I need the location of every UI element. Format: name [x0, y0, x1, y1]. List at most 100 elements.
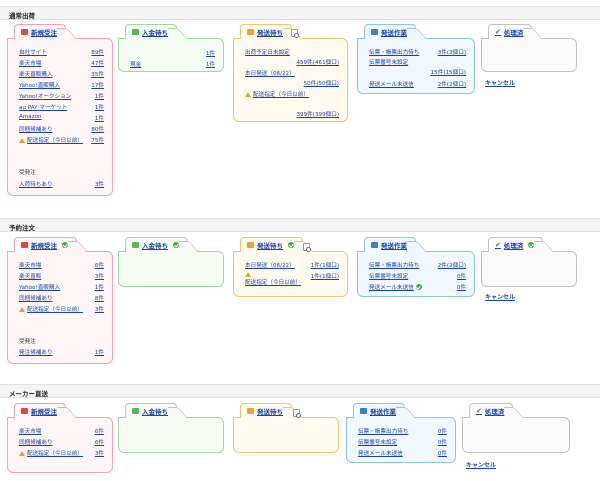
truck-icon — [360, 408, 367, 414]
tab-ship-wait[interactable]: 発送待ち — [240, 237, 303, 252]
list-item[interactable]: 伝票・帳票出力待ち 0件 — [358, 427, 447, 435]
list-item[interactable]: 50件(50個口) — [245, 79, 339, 87]
list-item[interactable]: 配送指定（今日以前） 3件 — [19, 449, 104, 469]
list-item[interactable]: 399件(399個口) — [245, 110, 340, 118]
list-item[interactable]: 配送指定（今日以前） 3件 — [19, 305, 104, 325]
tab-payment-wait[interactable]: 入金待ち — [125, 403, 177, 418]
print-preview-icon[interactable] — [303, 243, 311, 252]
money-icon — [132, 29, 139, 35]
list-item[interactable]: 15件(15個口) — [369, 68, 466, 76]
check-circle-icon — [62, 242, 68, 248]
list-item[interactable]: Amazon 1件 — [19, 114, 104, 122]
tab-payment-wait[interactable]: 入金待ち — [125, 237, 188, 252]
card-ship-work: 発送作業 伝票・帳票出力待ち 3件(3個口) 伝票番号未設定 15件(15個口) … — [357, 24, 475, 94]
tab-ship-wait[interactable]: 発送待ち — [240, 24, 292, 39]
check-circle-icon — [173, 242, 179, 248]
list-item[interactable]: 伝票・帳票出力待ち 2件(2個口) — [369, 261, 466, 269]
list-item[interactable]: 楽天直販 3件 — [19, 272, 104, 280]
new-order-icon — [21, 408, 28, 414]
list-item[interactable]: 出荷予定日未設定 — [245, 48, 339, 56]
print-preview-icon[interactable] — [291, 29, 299, 38]
list-item[interactable]: 伝票・帳票出力待ち 3件(3個口) — [369, 48, 466, 56]
list-item[interactable]: 伝票番号未設定 0件 — [369, 272, 466, 280]
list-item[interactable]: Yahoo!直販購入 17件 — [19, 81, 104, 89]
list-item[interactable]: 自社サイト 89件 — [19, 48, 104, 56]
card-ship-wait: 発送待ち 本日発送（08/22） 1件(1個口) 配送指定（今日以前） 1件(1個口… — [233, 237, 348, 297]
tab-ship-wait[interactable]: 発送待ち — [240, 403, 292, 418]
list-item[interactable]: 同梱候補あり 6件 — [19, 438, 104, 446]
card-new-order: 新規受注 楽天市場 6件 同梱候補あり 6件 配送指定（今日以前） 3件 — [7, 403, 113, 473]
list-item[interactable]: 1件 — [130, 49, 215, 57]
truck-icon — [371, 242, 378, 248]
box-icon — [247, 408, 254, 414]
new-order-icon — [21, 29, 28, 35]
warning-icon — [19, 138, 25, 143]
tab-new-order[interactable]: 新規受注 — [14, 237, 77, 252]
check-icon: ✔ — [476, 407, 482, 415]
list-item[interactable]: 同梱候補あり 8件 — [19, 294, 104, 302]
pending-label: 受発注 — [19, 170, 36, 176]
section-header-normal: 通常出荷 — [0, 6, 600, 20]
card-ship-work: 発送作業 伝票・帳票出力待ち 0件 伝票番号未設定 0件 発送メール未送信 0件 — [346, 403, 456, 463]
section-title: メーカー直送 — [9, 390, 48, 398]
list-item[interactable]: 楽天市場 47件 — [19, 59, 104, 67]
list-item[interactable]: 発注候補あり 1件 — [19, 348, 104, 356]
box-icon — [247, 242, 254, 248]
money-icon — [132, 242, 139, 248]
section-title: 通常出荷 — [9, 12, 35, 20]
list-item[interactable]: 459件(461個口) — [245, 58, 340, 66]
list-item[interactable]: 入荷待ちあり 3件 — [19, 180, 104, 188]
warning-icon — [19, 307, 25, 312]
card-ship-wait: 発送待ち — [233, 403, 339, 453]
truck-icon — [371, 29, 378, 35]
tab-done[interactable]: ✔ 処理済 — [488, 237, 544, 252]
list-item[interactable]: 発送メール未送信 0件 — [358, 449, 447, 457]
print-preview-icon[interactable] — [293, 409, 301, 418]
cancel-link[interactable]: キャンセル — [485, 78, 515, 87]
card-ship-work: 発送作業 伝票・帳票出力待ち 2件(2個口) 伝票番号未設定 0件 発送メール未送信… — [357, 237, 475, 297]
new-order-icon — [21, 242, 28, 248]
list-item[interactable]: 本日発送（08/22） — [245, 69, 339, 77]
list-item[interactable]: 同梱候補あり 80件 — [19, 125, 104, 133]
card-payment-wait: 入金待ち — [118, 403, 224, 453]
tab-ship-work[interactable]: 発送作業 — [364, 24, 416, 39]
section-header-maker-direct: メーカー直送 — [0, 384, 600, 398]
list-item[interactable]: 楽天市場 6件 — [19, 261, 104, 269]
warning-icon — [19, 451, 25, 456]
card-done: ✔ 処理済 — [462, 403, 570, 453]
list-item[interactable]: 現金 1件 — [130, 60, 215, 68]
money-icon — [132, 408, 139, 414]
list-item[interactable]: 楽天市場 6件 — [19, 427, 104, 435]
list-item[interactable]: 発送メール未送信 0件 — [369, 283, 466, 291]
tab-done[interactable]: ✔ 処理済 — [469, 403, 514, 418]
cancel-link[interactable]: キャンセル — [466, 460, 496, 469]
list-item[interactable]: Yahoo!オークション 1件 — [19, 92, 104, 100]
card-payment-wait: 入金待ち 1件 現金 1件 — [118, 24, 224, 72]
list-item[interactable]: 配送指定（今日以前） 75件 — [19, 136, 104, 156]
tab-new-order[interactable]: 新規受注 — [14, 24, 66, 39]
list-item[interactable]: 発送メール未送信 2件(2個口) — [369, 80, 466, 88]
list-item[interactable]: 本日発送（08/22） 1件(1個口) — [245, 261, 339, 269]
check-circle-icon — [528, 242, 535, 248]
tab-payment-wait[interactable]: 入金待ち — [125, 24, 177, 39]
pending-label: 受発注 — [19, 339, 36, 345]
warning-icon — [245, 92, 251, 97]
list-item[interactable]: 伝票番号未設定 0件 — [358, 438, 447, 446]
check-icon: ✔ — [495, 241, 501, 249]
cancel-link[interactable]: キャンセル — [485, 292, 515, 301]
section-header-reservation: 予約注文 — [0, 218, 600, 232]
list-item[interactable]: Yahoo!直販購入 1件 — [19, 283, 104, 291]
tab-new-order[interactable]: 新規受注 — [14, 403, 66, 418]
card-ship-wait: 発送待ち 出荷予定日未設定 459件(461個口) 本日発送（08/22） 50… — [233, 24, 348, 122]
check-circle-icon — [288, 242, 294, 248]
list-item[interactable]: 楽天直販購入 35件 — [19, 70, 104, 78]
list-item[interactable]: au PAY マーケット 1件 — [19, 103, 104, 111]
check-icon: ✔ — [495, 28, 501, 36]
section-title: 予約注文 — [9, 224, 35, 232]
tab-done[interactable]: ✔ 処理済 — [488, 24, 533, 39]
list-item[interactable]: 配送指定（今日以前） 1件(1個口) — [245, 272, 339, 292]
list-item[interactable]: 配送指定（今日以前） — [245, 90, 339, 106]
list-item[interactable]: 伝票番号未設定 — [369, 58, 466, 66]
tab-ship-work[interactable]: 発送作業 — [353, 403, 405, 418]
tab-ship-work[interactable]: 発送作業 — [364, 237, 416, 252]
